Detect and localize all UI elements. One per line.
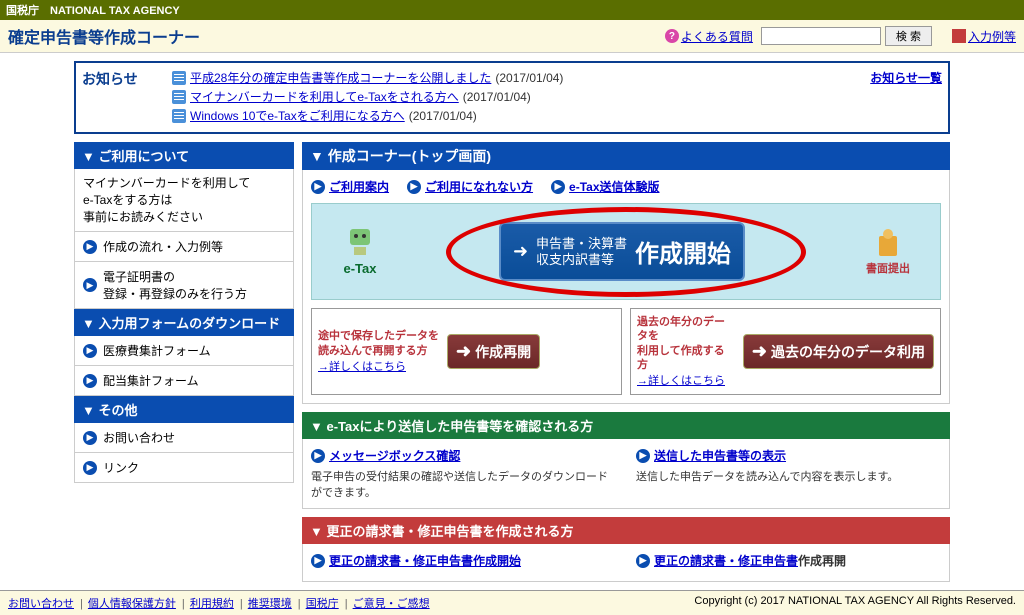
help-icon: ? [665, 29, 679, 43]
sidebar-header-other: その他 [74, 396, 294, 423]
arrow-icon: ▶ [636, 449, 650, 463]
notice-box: お知らせ 平成28年分の確定申告書等作成コーナーを公開しました(2017/01/… [74, 61, 950, 134]
page-icon [172, 109, 186, 123]
arrow-icon: ▶ [83, 431, 97, 445]
resume-button[interactable]: ➜作成再開 [447, 334, 540, 369]
messagebox-desc: 電子申告の受付結果の確認や送信したデータのダウンロードができます。 [311, 468, 616, 500]
main: 作成コーナー(トップ画面) ▶ご利用案内 ▶ご利用になれない方 ▶e-Tax送信… [302, 142, 950, 582]
quick-link-unavailable[interactable]: ▶ご利用になれない方 [407, 178, 533, 195]
footer-links: お問い合わせ| 個人情報保護方針| 利用規約| 推奨環境| 国税庁| ご意見・ご… [8, 595, 434, 611]
arrow-icon: ▶ [83, 344, 97, 358]
arrow-right-icon: ➜ [752, 341, 767, 362]
notice-item: 平成28年分の確定申告書等作成コーナーを公開しました(2017/01/04) [172, 69, 870, 86]
search-input[interactable] [761, 27, 881, 45]
resume-box-saved: 途中で保存したデータを読み込んで再開する方→詳しくはこちら ➜作成再開 [311, 308, 622, 395]
sent-docs-link[interactable]: ▶送信した申告書等の表示 [636, 447, 941, 464]
page-title: 確定申告書等作成コーナー [8, 24, 665, 48]
etax-mascot: e-Tax [342, 227, 378, 276]
resume-row: 途中で保存したデータを読み込んで再開する方→詳しくはこちら ➜作成再開 過去の年… [311, 308, 941, 395]
search-button[interactable]: 検 索 [885, 26, 932, 46]
main-header: 作成コーナー(トップ画面) [302, 142, 950, 170]
header: 確定申告書等作成コーナー ? よくある質問 検 索 入力例等 [0, 20, 1024, 53]
arrow-icon: ▶ [83, 374, 97, 388]
correction-start-link[interactable]: ▶更正の請求書・修正申告書作成開始 [311, 552, 616, 569]
arrow-icon: ▶ [636, 554, 650, 568]
etax-confirm-body: ▶メッセージボックス確認 電子申告の受付結果の確認や送信したデータのダウンロード… [302, 439, 950, 509]
sidebar-item-medical[interactable]: ▶医療費集計フォーム [74, 336, 294, 366]
footer-link[interactable]: ご意見・ご感想 [353, 598, 430, 610]
examples-link[interactable]: 入力例等 [952, 28, 1016, 45]
copyright: Copyright (c) 2017 NATIONAL TAX AGENCY A… [694, 595, 1016, 611]
sidebar-header-forms: 入力用フォームのダウンロード [74, 309, 294, 336]
quick-links: ▶ご利用案内 ▶ご利用になれない方 ▶e-Tax送信体験版 [311, 178, 941, 195]
notice-all-link[interactable]: お知らせ一覧 [870, 69, 942, 86]
sidebar-item-dividend[interactable]: ▶配当集計フォーム [74, 366, 294, 396]
footer-link[interactable]: 国税庁 [306, 598, 339, 610]
notice-list: 平成28年分の確定申告書等作成コーナーを公開しました(2017/01/04) マ… [172, 69, 870, 126]
footer-link[interactable]: 推奨環境 [248, 598, 292, 610]
notice-title: お知らせ [82, 69, 172, 89]
start-create-button[interactable]: ➜ 申告書・決算書収支内訳書等 作成開始 [499, 222, 745, 281]
arrow-icon: ▶ [311, 449, 325, 463]
footer-link[interactable]: 個人情報保護方針 [88, 598, 176, 610]
arrow-icon: ▶ [83, 461, 97, 475]
past-detail-link[interactable]: →詳しくはこちら [637, 374, 735, 388]
correction-header: 更正の請求書・修正申告書を作成される方 [302, 517, 950, 544]
sidebar-header-usage: ご利用について [74, 142, 294, 169]
arrow-icon: ▶ [551, 180, 565, 194]
sidebar-item-cert[interactable]: ▶電子証明書の登録・再登録のみを行う方 [74, 262, 294, 309]
footer-link[interactable]: 利用規約 [190, 598, 234, 610]
arrow-icon: ▶ [83, 278, 97, 292]
page-icon [172, 71, 186, 85]
sidebar: ご利用について マイナンバーカードを利用してe-Taxをする方は事前にお読みくだ… [74, 142, 294, 582]
resume-box-past: 過去の年分のデータを利用して作成する方→詳しくはこちら ➜過去の年分のデータ利用 [630, 308, 941, 395]
correction-body: ▶更正の請求書・修正申告書作成開始 ▶更正の請求書・修正申告書作成再開 [302, 544, 950, 582]
submit-mascot: 書面提出 [866, 228, 910, 276]
quick-link-trial[interactable]: ▶e-Tax送信体験版 [551, 178, 659, 195]
etax-confirm-header: e-Taxにより送信した申告書等を確認される方 [302, 412, 950, 439]
sidebar-item-contact[interactable]: ▶お問い合わせ [74, 423, 294, 453]
start-area: e-Tax ➜ 申告書・決算書収支内訳書等 作成開始 書面提出 [311, 203, 941, 300]
notice-item: Windows 10でe-Taxをご利用になる方へ(2017/01/04) [172, 107, 870, 124]
sent-docs-desc: 送信した申告データを読み込んで内容を表示します。 [636, 468, 941, 484]
sidebar-item-links[interactable]: ▶リンク [74, 453, 294, 483]
resume-detail-link[interactable]: →詳しくはこちら [318, 360, 439, 374]
arrow-icon: ▶ [311, 554, 325, 568]
arrow-icon: ▶ [407, 180, 421, 194]
arrow-icon: ▶ [311, 180, 325, 194]
notice-link[interactable]: Windows 10でe-Taxをご利用になる方へ [190, 107, 405, 124]
agency-bar: 国税庁 NATIONAL TAX AGENCY [0, 0, 1024, 20]
page-icon [172, 90, 186, 104]
past-data-button[interactable]: ➜過去の年分のデータ利用 [743, 334, 934, 369]
footer-link[interactable]: お問い合わせ [8, 598, 74, 610]
quick-link-guide[interactable]: ▶ご利用案内 [311, 178, 389, 195]
arrow-icon: ▶ [83, 240, 97, 254]
notice-link[interactable]: マイナンバーカードを利用してe-Taxをされる方へ [190, 88, 459, 105]
correction-resume-link[interactable]: ▶更正の請求書・修正申告書作成再開 [636, 552, 941, 569]
sidebar-item-flow[interactable]: ▶作成の流れ・入力例等 [74, 232, 294, 262]
arrow-right-icon: ➜ [456, 341, 471, 362]
messagebox-link[interactable]: ▶メッセージボックス確認 [311, 447, 616, 464]
notice-link[interactable]: 平成28年分の確定申告書等作成コーナーを公開しました [190, 69, 491, 86]
book-icon [952, 29, 966, 43]
arrow-right-icon: ➜ [513, 241, 528, 262]
sidebar-note-mynumber: マイナンバーカードを利用してe-Taxをする方は事前にお読みください [74, 169, 294, 232]
notice-item: マイナンバーカードを利用してe-Taxをされる方へ(2017/01/04) [172, 88, 870, 105]
footer: お問い合わせ| 個人情報保護方針| 利用規約| 推奨環境| 国税庁| ご意見・ご… [0, 590, 1024, 615]
faq-link[interactable]: ? よくある質問 [665, 28, 753, 45]
